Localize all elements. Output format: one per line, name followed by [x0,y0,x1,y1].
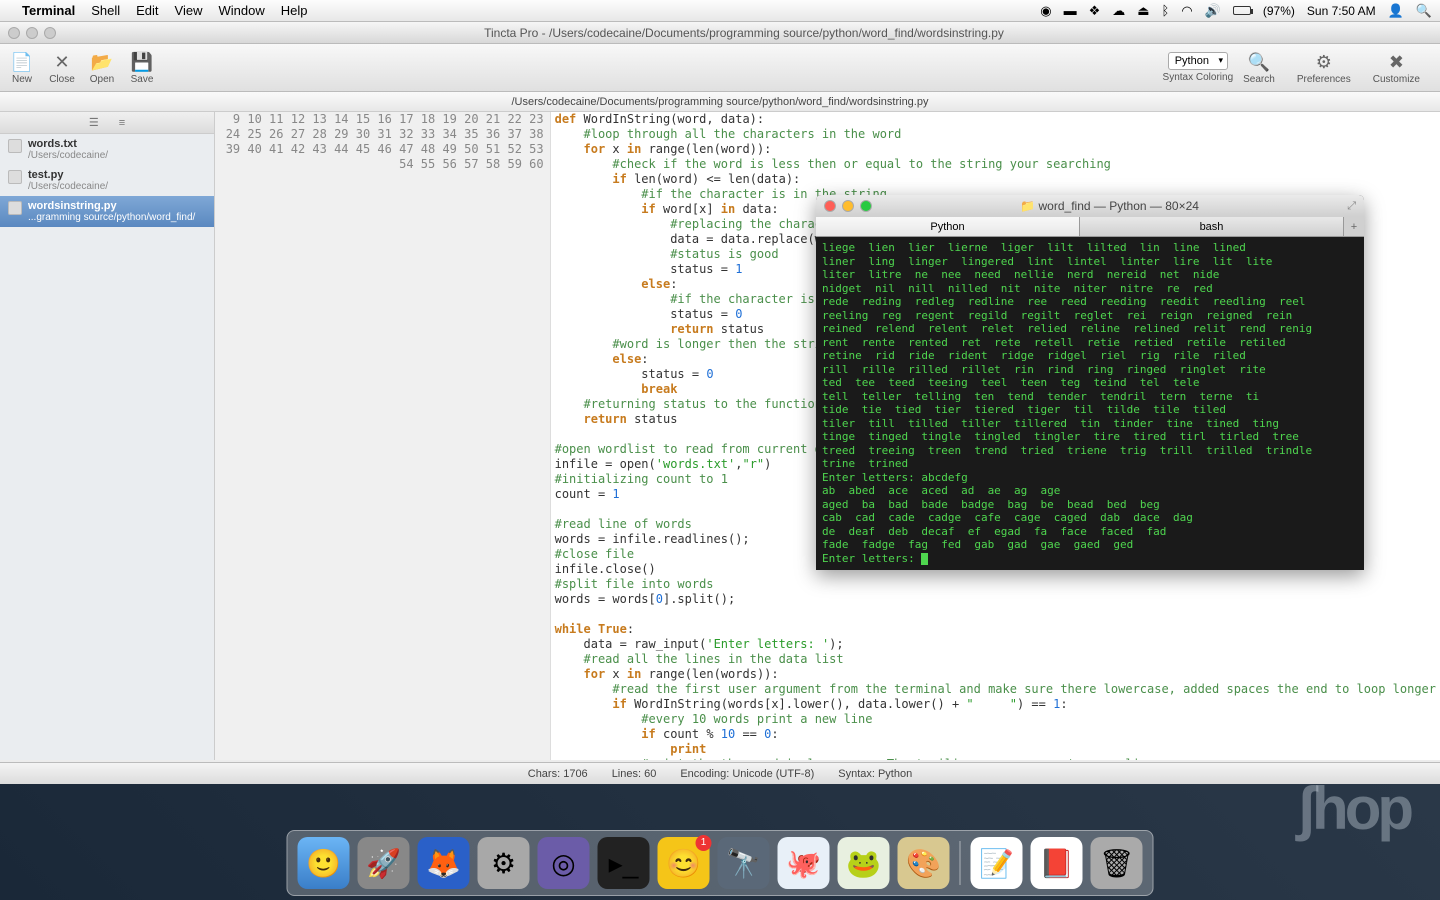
term-close-icon[interactable] [824,200,836,212]
editor-title: Tincta Pro - /Users/codecaine/Documents/… [56,26,1432,40]
user-icon[interactable]: 👤 [1388,3,1404,19]
syntax-label: Syntax Coloring [1163,72,1234,83]
term-expand-icon[interactable]: ⤢ [1347,200,1356,213]
menu-shell[interactable]: Shell [91,3,120,18]
terminal-output[interactable]: liege lien lier lierne liger lilt lilted… [816,237,1364,569]
spotlight-icon[interactable]: 🔍 [1416,3,1432,19]
file-sidebar: ☰ ≡ words.txt/Users/codecaine/test.py/Use… [0,112,215,760]
close-icon[interactable] [8,27,20,39]
terminal-title: 📁 word_find — Python — 80×24 [872,199,1347,213]
tab-bash[interactable]: bash [1080,217,1344,236]
menu-edit[interactable]: Edit [136,3,158,18]
status-encoding: Encoding: Unicode (UTF-8) [680,768,814,780]
dock-launchpad[interactable]: 🚀 [358,837,410,889]
terminal-titlebar[interactable]: 📁 word_find — Python — 80×24 ⤢ [816,195,1364,217]
sidebar-file-1[interactable]: test.py/Users/codecaine/ [0,165,214,196]
dock-finder[interactable]: 🙂 [298,837,350,889]
eject-icon[interactable]: ⏏ [1137,3,1149,19]
dock-terminal[interactable]: ▸_ [598,837,650,889]
new-button[interactable]: 📄New [8,50,36,85]
prefs-button[interactable]: ⚙Preferences [1297,50,1351,85]
menu-help[interactable]: Help [281,3,308,18]
dock-trash[interactable]: 🗑 [1091,837,1143,889]
tab-python[interactable]: Python [816,217,1080,236]
camera-icon[interactable]: ◉ [1040,3,1051,19]
menu-window[interactable]: Window [219,3,265,18]
zoom-icon[interactable] [44,27,56,39]
sidebar-file-0[interactable]: words.txt/Users/codecaine/ [0,134,214,165]
list-view-icon[interactable]: ☰ [89,116,99,129]
status-bar: Chars: 1706 Lines: 60 Encoding: Unicode … [0,762,1440,784]
term-minimize-icon[interactable] [842,200,854,212]
cloud-icon[interactable]: ☁ [1112,3,1125,19]
editor-titlebar[interactable]: Tincta Pro - /Users/codecaine/Documents/… [0,22,1440,44]
bluetooth-icon[interactable]: ᛒ [1162,3,1170,18]
terminal-window[interactable]: 📁 word_find — Python — 80×24 ⤢ Python ba… [816,195,1364,570]
folder-icon[interactable]: ▬ [1064,3,1077,18]
term-zoom-icon[interactable] [860,200,872,212]
menubar: Terminal Shell Edit View Window Help ◉ ▬… [0,0,1440,22]
sync-icon[interactable]: ❖ [1089,3,1101,19]
menu-app[interactable]: Terminal [22,3,75,18]
dock-separator [960,841,961,885]
dock-paint[interactable]: 🎨 [898,837,950,889]
status-chars: Chars: 1706 [528,768,588,780]
close-button[interactable]: ✕Close [48,50,76,85]
battery-icon[interactable] [1233,6,1251,15]
badge: 1 [696,835,712,851]
wifi-icon[interactable]: ◠ [1181,3,1192,19]
dock: 🙂 🚀 🦊 ⚙ ◎ ▸_ 😊1 🔭 🐙 🐸 🎨 📝 📕 🗑 [287,830,1154,896]
sidebar-file-2[interactable]: wordsinstring.py...gramming source/pytho… [0,196,214,227]
open-button[interactable]: 📂Open [88,50,116,85]
dock-textedit[interactable]: 📝 [971,837,1023,889]
clock[interactable]: Sun 7:50 AM [1307,4,1376,18]
volume-icon[interactable]: 🔊 [1205,3,1221,19]
dock-pdf[interactable]: 📕 [1031,837,1083,889]
path-bar: /Users/codecaine/Documents/programming s… [0,92,1440,112]
dock-squid[interactable]: 🐙 [778,837,830,889]
dock-firefox[interactable]: 🦊 [418,837,470,889]
tab-add-icon[interactable]: + [1344,217,1364,236]
dock-ichat[interactable]: 😊1 [658,837,710,889]
status-lines: Lines: 60 [612,768,657,780]
editor-toolbar: 📄New ✕Close 📂Open 💾Save Python Syntax Co… [0,44,1440,92]
terminal-tabs: Python bash + [816,217,1364,237]
dock-settings[interactable]: ⚙ [478,837,530,889]
status-syntax: Syntax: Python [838,768,912,780]
minimize-icon[interactable] [26,27,38,39]
dock-binoculars[interactable]: 🔭 [718,837,770,889]
outline-view-icon[interactable]: ≡ [119,117,125,129]
battery-text: (97%) [1263,4,1295,18]
cursor-icon [921,553,928,565]
dock-frog[interactable]: 🐸 [838,837,890,889]
menu-view[interactable]: View [175,3,203,18]
dock-app5[interactable]: ◎ [538,837,590,889]
language-select[interactable]: Python [1168,52,1228,70]
search-button[interactable]: 🔍Search [1243,50,1275,85]
save-button[interactable]: 💾Save [128,50,156,85]
customize-button[interactable]: ✖Customize [1373,50,1420,85]
line-gutter: 9 10 11 12 13 14 15 16 17 18 19 20 21 22… [215,112,551,760]
